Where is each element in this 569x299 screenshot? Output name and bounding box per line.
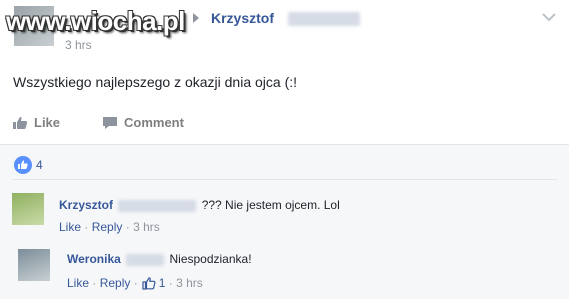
- chevron-down-icon[interactable]: [542, 12, 556, 22]
- comment-icon: [103, 116, 117, 129]
- separator: ·: [133, 276, 138, 290]
- comment-meta: Like · Reply · 3 hrs: [59, 220, 160, 234]
- comment-reply-link[interactable]: Reply: [92, 220, 123, 234]
- comment-meta: Like · Reply · 1 · 3 hrs: [67, 276, 203, 290]
- separator: ·: [125, 220, 130, 234]
- comment-time[interactable]: 3 hrs: [133, 220, 160, 234]
- separator: ·: [92, 276, 97, 290]
- thumbs-up-outline-icon: [142, 276, 156, 290]
- watermark: www.wiocha.pl: [6, 6, 185, 36]
- comment-like-link[interactable]: Like: [67, 276, 89, 290]
- commenter-name[interactable]: Krzysztof: [59, 198, 113, 212]
- redacted-surname: [118, 199, 197, 212]
- reaction-count: 4: [36, 158, 43, 172]
- redacted-surname: [288, 12, 360, 26]
- comment-label: Comment: [124, 115, 184, 130]
- post-actions: Like Comment: [12, 104, 557, 144]
- comment-line: Krzysztof ??? Nie jestem ojcem. Lol: [59, 198, 340, 212]
- comments-section: 4 Krzysztof ??? Nie jestem ojcem. Lol Li…: [0, 144, 569, 299]
- comment-time[interactable]: 3 hrs: [176, 276, 203, 290]
- separator: ·: [168, 276, 173, 290]
- comment-button[interactable]: Comment: [102, 115, 184, 130]
- post-author-name[interactable]: Krzysztof: [211, 10, 274, 26]
- post-text: Wszystkiego najlepszego z okazji dnia oj…: [13, 74, 298, 90]
- comment-likes[interactable]: 1: [142, 276, 166, 290]
- comment-text: ??? Nie jestem ojcem. Lol: [201, 198, 340, 212]
- separator: ·: [84, 220, 89, 234]
- redacted-surname: [126, 253, 165, 266]
- commenter-avatar[interactable]: [18, 249, 50, 281]
- comment-reply-link[interactable]: Reply: [100, 276, 131, 290]
- post-timestamp[interactable]: 3 hrs: [65, 38, 92, 52]
- divider: [12, 179, 557, 180]
- like-button[interactable]: Like: [12, 115, 60, 130]
- comment-like-link[interactable]: Like: [59, 220, 81, 234]
- post-header: www.wiocha.pl Krzysztof 3 hrs: [0, 0, 569, 60]
- comment-line: Weronika Niespodzianka!: [67, 252, 252, 266]
- like-reaction-icon: [14, 156, 32, 174]
- comment-text: Niespodzianka!: [169, 252, 252, 266]
- commenter-name[interactable]: Weronika: [67, 252, 121, 266]
- thumbs-up-icon: [13, 116, 28, 129]
- arrow-right-icon: [193, 13, 199, 23]
- comment-like-count: 1: [158, 276, 166, 290]
- like-label: Like: [34, 115, 61, 130]
- commenter-avatar[interactable]: [12, 193, 44, 225]
- reactions-summary[interactable]: 4: [14, 156, 43, 174]
- facebook-post: www.wiocha.pl Krzysztof 3 hrs Wszystkieg…: [0, 0, 569, 299]
